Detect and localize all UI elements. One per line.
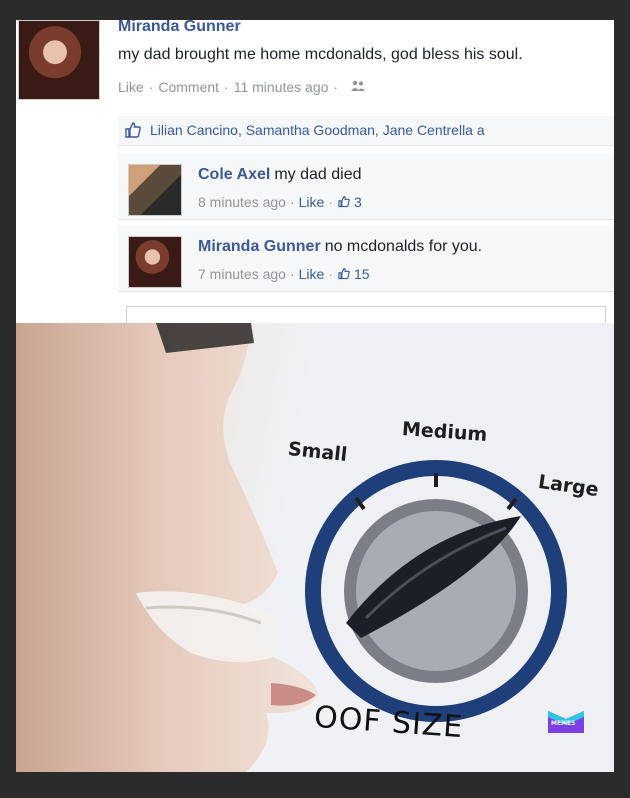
comment-text: no mcdonalds for you. [324, 238, 483, 255]
comment-item: Cole Axel my dad died 8 minutes ago · Like ·… [118, 154, 614, 220]
comment-like-count[interactable]: 15 [354, 266, 370, 282]
separator: · [333, 79, 339, 95]
likes-names[interactable]: Lilian Cancino, Samantha Goodman, Jane C… [150, 122, 485, 138]
post-author-avatar[interactable] [18, 20, 100, 100]
comment-meta: 7 minutes ago · Like · 15 [198, 266, 370, 282]
like-thumb-icon [124, 121, 142, 139]
separator: · [148, 79, 154, 95]
post-text: my dad brought me home mcdonalds, god bl… [118, 46, 523, 63]
memes-logo-text: MEMES [551, 720, 576, 727]
like-thumb-icon [337, 267, 351, 280]
post-meta: Like · Comment · 11 minutes ago · [118, 79, 366, 95]
comment-meta: 8 minutes ago · Like · 3 [198, 194, 362, 210]
comment-text: my dad died [274, 166, 362, 183]
oof-size-meme: Small Medium Large OOF SIZE MEMES [16, 323, 614, 772]
comment-line: Cole Axel my dad died [198, 166, 362, 184]
like-thumb-icon [337, 195, 351, 208]
separator: · [328, 266, 333, 282]
comment-time[interactable]: 7 minutes ago [198, 266, 286, 282]
facebook-post: Miranda Gunner my dad brought me home mc… [16, 20, 614, 328]
comment-item: Miranda Gunner no mcdonalds for you. 7 mi… [118, 226, 614, 292]
comment-author-name[interactable]: Cole Axel [198, 166, 270, 183]
post-like-link[interactable]: Like [118, 79, 144, 95]
separator: · [224, 79, 229, 95]
comment-author-name[interactable]: Miranda Gunner [198, 238, 321, 255]
comment-like-link[interactable]: Like [299, 266, 325, 282]
comment-time[interactable]: 8 minutes ago [198, 194, 286, 210]
separator: · [328, 194, 333, 210]
post-author-name[interactable]: Miranda Gunner [118, 20, 241, 36]
meme-panel: Miranda Gunner my dad brought me home mc… [16, 20, 614, 772]
post-comment-link[interactable]: Comment [158, 79, 219, 95]
comment-author-avatar[interactable] [128, 164, 182, 216]
friends-icon [351, 80, 366, 95]
likes-summary: Lilian Cancino, Samantha Goodman, Jane C… [118, 116, 614, 146]
separator: · [289, 266, 295, 282]
comment-author-avatar[interactable] [128, 236, 182, 288]
separator: · [289, 194, 295, 210]
comment-like-count[interactable]: 3 [354, 194, 362, 210]
memes-logo-icon: MEMES [546, 705, 586, 739]
comment-like-link[interactable]: Like [299, 194, 325, 210]
post-time[interactable]: 11 minutes ago [234, 79, 329, 95]
comment-line: Miranda Gunner no mcdonalds for you. [198, 238, 482, 256]
image-frame: Miranda Gunner my dad brought me home mc… [0, 0, 630, 798]
